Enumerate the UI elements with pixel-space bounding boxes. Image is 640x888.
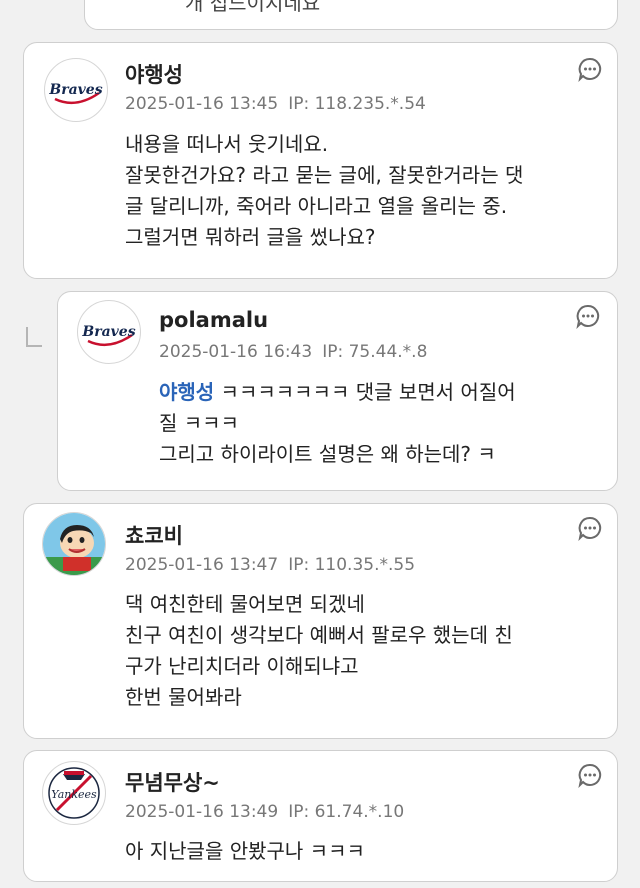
braves-logo-icon[interactable]: Braves (44, 58, 108, 122)
svg-text:Braves: Braves (81, 324, 135, 340)
comment-ip: IP: 110.35.*.55 (288, 555, 416, 575)
comment-body: 야행성 ㅋㅋㅋㅋㅋㅋㅋ 댓글 보면서 어질어 질 ㅋㅋㅋ 그리고 하이라이트 설… (159, 377, 516, 470)
comment-date: 2025-01-16 16:43 (159, 342, 313, 362)
comment-meta: 2025-01-16 13:45 IP: 118.235.*.54 (125, 94, 426, 114)
comment-card: Yankees 무념무상~ 2025-01-16 13:49 IP: 61.74.… (23, 750, 618, 882)
cartoon-boy-avatar-icon[interactable] (42, 512, 106, 576)
comment-line: 아 지난글을 안봤구나 ㅋㅋㅋ (125, 839, 365, 863)
comment-card: 쵸코비 2025-01-16 13:47 IP: 110.35.*.55 댁 여친… (23, 503, 618, 739)
comment-author[interactable]: 무념무상~ (125, 767, 220, 797)
braves-logo-icon[interactable]: Braves (77, 300, 141, 364)
comment-meta: 2025-01-16 13:49 IP: 61.74.*.10 (125, 802, 404, 822)
comment-author[interactable]: 야행성 (125, 59, 183, 89)
partial-comment-text: 개 접드이지네요 (185, 0, 321, 15)
comment-body: 아 지난글을 안봤구나 ㅋㅋㅋ (125, 836, 365, 867)
comment-date: 2025-01-16 13:45 (125, 94, 279, 114)
comment-line: 잘못한건가요? 라고 묻는 글에, 잘못한거라는 댓 (125, 163, 524, 187)
comment-author[interactable]: 쵸코비 (125, 520, 183, 550)
comment-meta: 2025-01-16 16:43 IP: 75.44.*.8 (159, 342, 427, 362)
reply-bubble-icon[interactable] (577, 762, 603, 789)
svg-text:Yankees: Yankees (51, 788, 97, 801)
reply-indicator-icon (26, 327, 42, 347)
comment-card: Braves 야행성 2025-01-16 13:45 IP: 118.235.*… (23, 42, 618, 279)
comment-line: 내용을 떠나서 웃기네요. (125, 132, 329, 156)
comment-line: 그리고 하이라이트 설명은 왜 하는데? ㅋ (159, 442, 496, 466)
reply-bubble-icon[interactable] (575, 303, 601, 330)
reply-bubble-icon[interactable] (577, 515, 603, 542)
comment-line: 글 달리니까, 죽어라 아니라고 열을 올리는 중. (125, 194, 508, 218)
mention-link[interactable]: 야행성 (159, 380, 214, 404)
comment-line: 댁 여친한테 물어보면 되겠네 (125, 592, 365, 616)
comment-line: 구가 난리치더라 이해되냐고 (125, 654, 359, 678)
comment-line: 야행성 ㅋㅋㅋㅋㅋㅋㅋ 댓글 보면서 어질어 (159, 377, 516, 408)
yankees-logo-icon[interactable]: Yankees (42, 761, 106, 825)
comment-line: 질 ㅋㅋㅋ (159, 411, 239, 435)
comment-line: 그럴거면 뭐하러 글을 썼나요? (125, 225, 376, 249)
comment-card-partial: 개 접드이지네요 (84, 0, 618, 30)
comment-meta: 2025-01-16 13:47 IP: 110.35.*.55 (125, 555, 415, 575)
comment-ip: IP: 61.74.*.10 (288, 802, 405, 822)
reply-comment-card: Braves polamalu 2025-01-16 16:43 IP: 75.4… (57, 291, 618, 491)
comment-author[interactable]: polamalu (159, 308, 268, 332)
comment-body: 댁 여친한테 물어보면 되겠네 친구 여친이 생각보다 예뻐서 팔로우 했는데 … (125, 589, 513, 713)
comment-date: 2025-01-16 13:49 (125, 802, 279, 822)
comment-ip: IP: 118.235.*.54 (288, 94, 426, 114)
comment-date: 2025-01-16 13:47 (125, 555, 279, 575)
comment-body: 내용을 떠나서 웃기네요. 잘못한건가요? 라고 묻는 글에, 잘못한거라는 댓… (125, 129, 523, 253)
svg-text:Braves: Braves (48, 82, 102, 98)
comment-line: 한번 물어봐라 (125, 685, 242, 709)
comment-line-text: ㅋㅋㅋㅋㅋㅋㅋ 댓글 보면서 어질어 (214, 380, 516, 404)
reply-bubble-icon[interactable] (577, 56, 603, 83)
comment-line: 친구 여친이 생각보다 예뻐서 팔로우 했는데 친 (125, 623, 513, 647)
comment-ip: IP: 75.44.*.8 (322, 342, 428, 362)
